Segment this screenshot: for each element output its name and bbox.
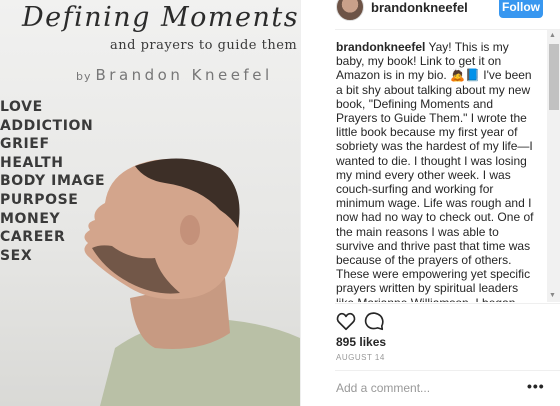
- instagram-post: Defining Moments and prayers to guide th…: [0, 0, 560, 406]
- author-prefix: by: [76, 70, 92, 83]
- post-header: brandonkneefel Follow: [301, 0, 560, 28]
- follow-button[interactable]: Follow: [499, 0, 543, 18]
- comment-divider: [335, 370, 560, 371]
- caption-username[interactable]: brandonkneefel: [336, 40, 425, 54]
- caption-divider: [335, 303, 560, 304]
- post-date[interactable]: AUGUST 14: [336, 353, 385, 362]
- comment-icon[interactable]: [363, 310, 385, 332]
- username-link[interactable]: brandonkneefel: [371, 0, 468, 15]
- scrollbar-thumb[interactable]: [549, 44, 559, 110]
- topic-item: ADDICTION: [0, 117, 94, 134]
- book-author: by Brandon Kneefel: [76, 66, 273, 84]
- header-divider: [335, 29, 560, 30]
- scroll-down-arrow-icon[interactable]: ▼: [549, 292, 556, 299]
- post-caption: brandonkneefel Yay! This is my baby, my …: [336, 40, 534, 302]
- like-count[interactable]: 895 likes: [336, 335, 386, 349]
- heart-icon[interactable]: [335, 310, 357, 332]
- scroll-up-arrow-icon[interactable]: ▲: [549, 32, 556, 39]
- post-image[interactable]: Defining Moments and prayers to guide th…: [0, 0, 300, 406]
- book-subtitle: and prayers to guide them: [110, 38, 298, 53]
- author-portrait: [84, 158, 300, 406]
- topic-item: LOVE: [0, 99, 43, 115]
- avatar[interactable]: [336, 0, 364, 21]
- caption-text: Yay! This is my baby, my book! Link to g…: [336, 40, 534, 302]
- comment-input[interactable]: Add a comment...: [336, 381, 430, 395]
- book-title: Defining Moments: [22, 2, 300, 33]
- more-options-icon[interactable]: •••: [527, 378, 545, 394]
- post-side-panel: brandonkneefel Follow brandonkneefel Yay…: [300, 0, 560, 406]
- author-name: Brandon Kneefel: [95, 66, 273, 84]
